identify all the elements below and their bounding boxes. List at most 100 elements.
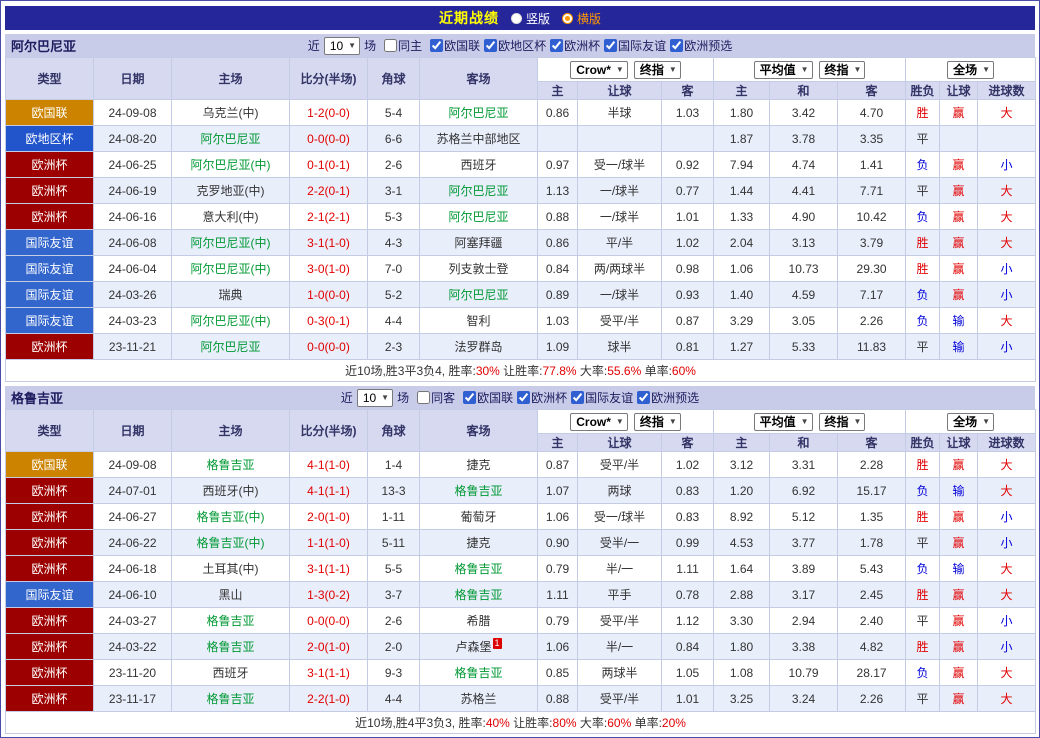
summary-cell: 近10场,胜4平3负3, 胜率:40% 让胜率:80% 大率:60% 单率:20… bbox=[6, 712, 1036, 734]
match-scope-select[interactable]: 全场▼ bbox=[947, 61, 994, 79]
layout-option-horizontal[interactable]: 横版 bbox=[562, 10, 601, 27]
odds-company-select[interactable]: Crow*▼ bbox=[570, 61, 628, 79]
match-row: 欧洲杯24-06-22格鲁吉亚(中)1-1(1-0)5-11捷克0.90受半/一… bbox=[6, 530, 1036, 556]
games-label: 场 bbox=[364, 37, 376, 54]
home-team-cell[interactable]: 格鲁吉亚 bbox=[172, 608, 290, 634]
recent-count-select[interactable]: 10 ▼ bbox=[357, 389, 393, 407]
match-scope-select[interactable]: 全场▼ bbox=[947, 413, 994, 431]
home-team-cell[interactable]: 阿尔巴尼亚(中) bbox=[172, 308, 290, 334]
avg-draw-odds-cell: 3.38 bbox=[770, 634, 838, 660]
competition-filter[interactable]: 欧洲杯 bbox=[517, 389, 567, 406]
competition-filter[interactable]: 欧地区杯 bbox=[484, 37, 546, 54]
handicap-away-odds-cell: 0.87 bbox=[662, 308, 714, 334]
handicap-home-odds-cell: 0.97 bbox=[538, 152, 578, 178]
competition-filter[interactable]: 欧国联 bbox=[430, 37, 480, 54]
competition-checkbox[interactable] bbox=[571, 391, 584, 404]
radio-selected-icon[interactable] bbox=[562, 13, 573, 24]
home-team-cell[interactable]: 阿尔巴尼亚(中) bbox=[172, 256, 290, 282]
home-team-cell[interactable]: 阿尔巴尼亚 bbox=[172, 126, 290, 152]
competition-filter[interactable]: 欧洲预选 bbox=[670, 37, 732, 54]
odds-stage-select[interactable]: 终指▼ bbox=[634, 413, 681, 431]
handicap-line-cell: 两/两球半 bbox=[578, 256, 662, 282]
home-team-cell[interactable]: 阿尔巴尼亚 bbox=[172, 334, 290, 360]
competition-checkbox[interactable] bbox=[550, 39, 563, 52]
competition-checkbox[interactable] bbox=[604, 39, 617, 52]
same-venue-label: 同客 bbox=[431, 389, 455, 406]
result-cell: 胜 bbox=[906, 100, 940, 126]
result-cell: 负 bbox=[906, 308, 940, 334]
away-team-cell[interactable]: 格鲁吉亚 bbox=[420, 556, 538, 582]
summary-segment: 大率: bbox=[577, 716, 608, 730]
corners-cell: 4-4 bbox=[368, 308, 420, 334]
handicap-home-odds-cell: 1.06 bbox=[538, 504, 578, 530]
handicap-home-odds-cell: 0.87 bbox=[538, 452, 578, 478]
handicap-home-odds-cell: 1.09 bbox=[538, 334, 578, 360]
handicap-line-cell: 两球 bbox=[578, 478, 662, 504]
odds-company-select[interactable]: Crow*▼ bbox=[570, 413, 628, 431]
notice-badge: 1 bbox=[493, 638, 502, 649]
away-team-cell: 苏格兰中部地区 bbox=[420, 126, 538, 152]
avg-home-odds-cell: 7.94 bbox=[714, 152, 770, 178]
competition-filters: 欧国联欧洲杯国际友谊欧洲预选 bbox=[459, 389, 699, 406]
same-venue-checkbox[interactable] bbox=[417, 391, 430, 404]
home-team-cell[interactable]: 格鲁吉亚 bbox=[172, 686, 290, 712]
away-team-cell[interactable]: 阿尔巴尼亚 bbox=[420, 204, 538, 230]
result-cell: 胜 bbox=[906, 582, 940, 608]
layout-option-vertical[interactable]: 竖版 bbox=[511, 10, 550, 27]
competition-checkbox[interactable] bbox=[430, 39, 443, 52]
competition-filter[interactable]: 国际友谊 bbox=[604, 37, 666, 54]
handicap-away-odds-cell: 0.99 bbox=[662, 530, 714, 556]
col-home-header: 主场 bbox=[172, 58, 290, 100]
home-team-cell[interactable]: 格鲁吉亚 bbox=[172, 452, 290, 478]
home-team-cell[interactable]: 格鲁吉亚 bbox=[172, 634, 290, 660]
home-team-cell[interactable]: 格鲁吉亚(中) bbox=[172, 530, 290, 556]
odds-stage-select[interactable]: 终指▼ bbox=[634, 61, 681, 79]
handicap-result-cell: 赢 bbox=[940, 452, 978, 478]
handicap-result-cell: 输 bbox=[940, 308, 978, 334]
date-cell: 24-06-10 bbox=[94, 582, 172, 608]
away-team-cell[interactable]: 阿尔巴尼亚 bbox=[420, 282, 538, 308]
competition-checkbox[interactable] bbox=[517, 391, 530, 404]
competition-filter[interactable]: 欧国联 bbox=[463, 389, 513, 406]
avg-type-select[interactable]: 平均值▼ bbox=[754, 61, 813, 79]
handicap-line-cell: 受平/半 bbox=[578, 686, 662, 712]
avg-away-header: 客 bbox=[838, 82, 906, 100]
competition-filter[interactable]: 欧洲预选 bbox=[637, 389, 699, 406]
result-cell: 平 bbox=[906, 334, 940, 360]
chevron-down-icon: ▼ bbox=[616, 66, 624, 74]
competition-filter[interactable]: 欧洲杯 bbox=[550, 37, 600, 54]
competition-checkbox[interactable] bbox=[484, 39, 497, 52]
col-type-header: 类型 bbox=[6, 58, 94, 100]
recent-count-select[interactable]: 10 ▼ bbox=[324, 37, 360, 55]
average-odds-group-header: 平均值▼ 终指▼ bbox=[714, 58, 906, 82]
competition-checkbox[interactable] bbox=[670, 39, 683, 52]
avg-stage-select[interactable]: 终指▼ bbox=[819, 413, 866, 431]
competition-checkbox[interactable] bbox=[463, 391, 476, 404]
home-team-cell[interactable]: 阿尔巴尼亚(中) bbox=[172, 230, 290, 256]
handicap-result-header: 让球 bbox=[940, 82, 978, 100]
away-team-cell[interactable]: 阿尔巴尼亚 bbox=[420, 178, 538, 204]
away-team-cell[interactable]: 格鲁吉亚 bbox=[420, 478, 538, 504]
goals-result-cell: 小 bbox=[978, 504, 1036, 530]
away-team-cell: 列支敦士登 bbox=[420, 256, 538, 282]
competition-checkbox[interactable] bbox=[637, 391, 650, 404]
result-cell: 胜 bbox=[906, 230, 940, 256]
away-team-cell[interactable]: 格鲁吉亚 bbox=[420, 660, 538, 686]
competition-filter[interactable]: 国际友谊 bbox=[571, 389, 633, 406]
home-team-cell[interactable]: 格鲁吉亚(中) bbox=[172, 504, 290, 530]
same-venue-filter[interactable]: 同主 bbox=[384, 37, 422, 54]
handicap-result-header: 让球 bbox=[940, 434, 978, 452]
date-cell: 24-03-27 bbox=[94, 608, 172, 634]
away-team-cell[interactable]: 格鲁吉亚 bbox=[420, 582, 538, 608]
radio-unselected-icon[interactable] bbox=[511, 13, 522, 24]
avg-stage-select[interactable]: 终指▼ bbox=[819, 61, 866, 79]
match-row: 欧地区杯24-08-20阿尔巴尼亚0-0(0-0)6-6苏格兰中部地区1.873… bbox=[6, 126, 1036, 152]
same-venue-filter[interactable]: 同客 bbox=[417, 389, 455, 406]
avg-type-select[interactable]: 平均值▼ bbox=[754, 413, 813, 431]
away-team-cell: 智利 bbox=[420, 308, 538, 334]
away-team-cell[interactable]: 阿尔巴尼亚 bbox=[420, 100, 538, 126]
same-venue-checkbox[interactable] bbox=[384, 39, 397, 52]
result-cell: 胜 bbox=[906, 452, 940, 478]
home-team-cell[interactable]: 阿尔巴尼亚(中) bbox=[172, 152, 290, 178]
result-cell: 胜 bbox=[906, 634, 940, 660]
